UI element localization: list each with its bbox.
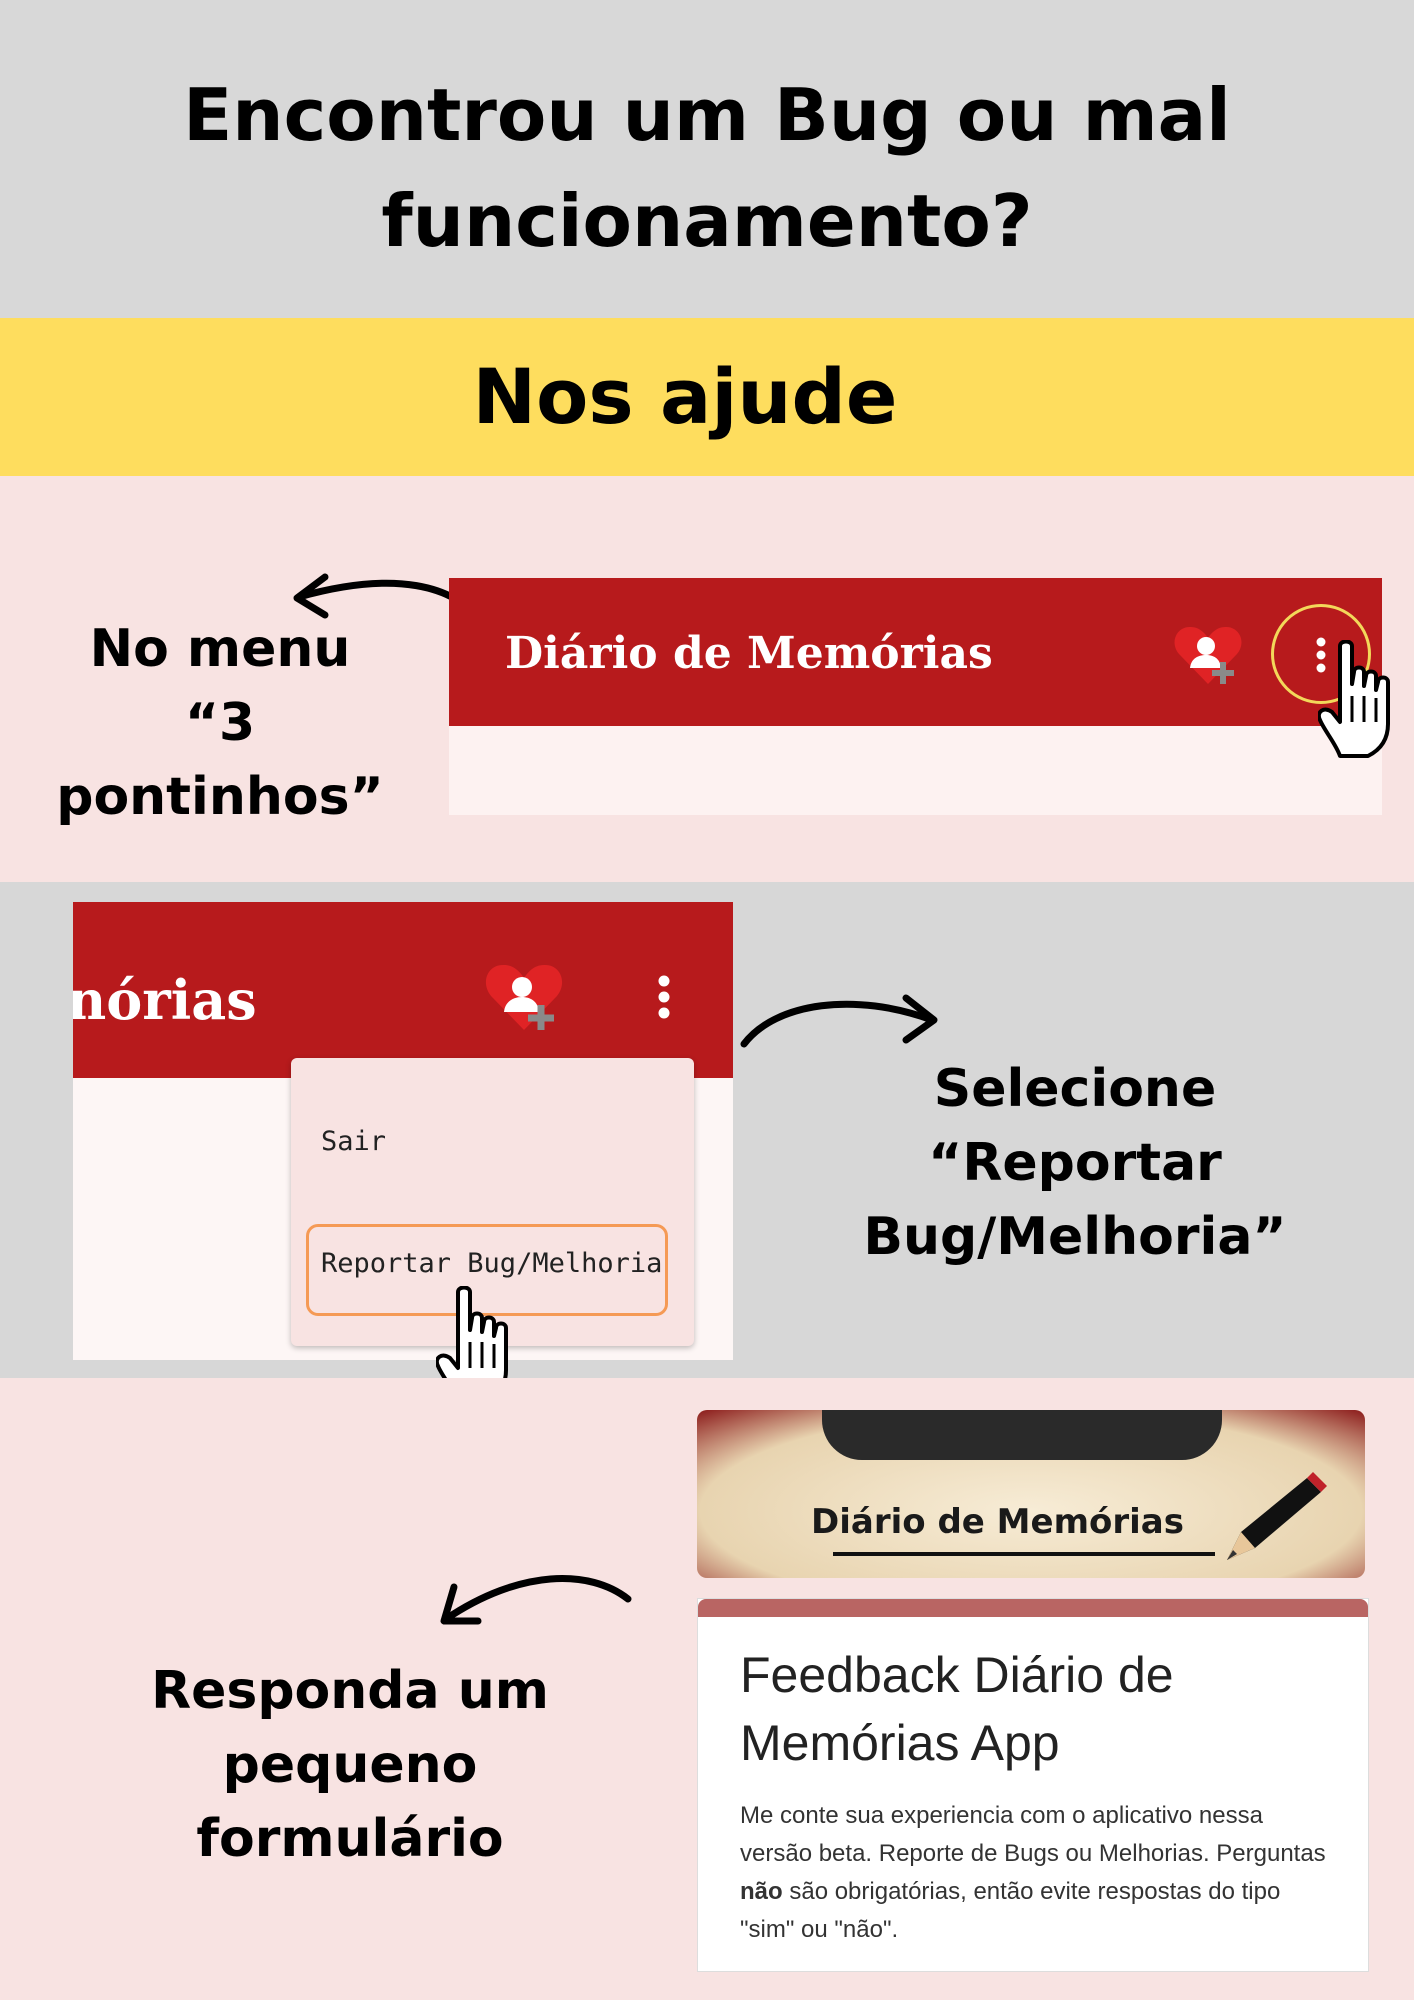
step3-caption: Responda um pequeno formulário (60, 1654, 640, 1876)
arrow-left-icon (440, 1575, 632, 1625)
form-card: Feedback Diário de Memórias App Me conte… (697, 1598, 1369, 1972)
more-vert-icon[interactable] (652, 974, 676, 1020)
caption-line: Responda um (151, 1661, 549, 1721)
desc-bold: não (740, 1878, 783, 1905)
caption-line: No menu (89, 619, 351, 679)
arrow-right-icon (740, 994, 938, 1048)
app-title: Diário de Memórias (505, 628, 993, 679)
form-title: Feedback Diário de Memórias App (740, 1647, 1174, 1771)
app-screenshot-1: Diário de Memórias (449, 578, 1382, 815)
desc-text: Me conte sua experiencia com o aplicativ… (740, 1802, 1326, 1867)
pencil-icon (1227, 1472, 1327, 1560)
step1-caption: No menu “3 pontinhos” (30, 612, 410, 834)
menu-item-reportar[interactable]: Reportar Bug/Melhoria (321, 1248, 662, 1279)
page-title: Encontrou um Bug ou mal funcionamento? (0, 62, 1414, 274)
header-section: Encontrou um Bug ou mal funcionamento? (0, 0, 1414, 318)
caption-line: Selecione (933, 1059, 1217, 1119)
form-accent-bar (698, 1599, 1368, 1617)
form-header-banner: Diário de Memórias (697, 1410, 1365, 1578)
menu-item-sair[interactable]: Sair (321, 1126, 386, 1157)
desc-text: são obrigatórias, então evite respostas … (740, 1878, 1281, 1943)
form-description: Me conte sua experiencia com o aplicativ… (740, 1797, 1340, 1949)
banner-title: Diário de Memórias (811, 1502, 1184, 1542)
app-bar: Diário de Memórias (449, 578, 1382, 726)
hand-cursor-icon (1318, 640, 1390, 758)
banner-device-shape (822, 1410, 1222, 1460)
banner-underline (833, 1552, 1215, 1556)
app-bar: nórias (73, 902, 733, 1078)
add-friend-icon[interactable] (484, 962, 564, 1034)
caption-line: “Reportar Bug/Melhoria” (863, 1133, 1287, 1267)
caption-line: “3 pontinhos” (56, 693, 384, 827)
app-screenshot-2: nórias Sair Reportar Bug/Melhoria (73, 902, 733, 1360)
add-friend-icon[interactable] (1173, 624, 1243, 688)
caption-line: pequeno formulário (196, 1735, 504, 1869)
help-band: Nos ajude (0, 318, 1414, 476)
app-title-partial: nórias (73, 968, 257, 1032)
step2-caption: Selecione “Reportar Bug/Melhoria” (745, 1052, 1405, 1274)
title-line-1: Encontrou um Bug ou mal (183, 73, 1231, 157)
title-line-2: funcionamento? (381, 179, 1033, 263)
help-label: Nos ajude (472, 352, 898, 441)
